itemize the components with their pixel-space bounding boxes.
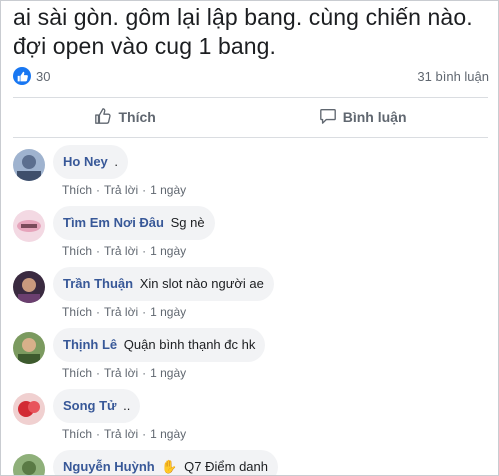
- comment-button-label: Bình luận: [342, 109, 407, 125]
- comment-meta: Thích · Trả lời · 1 ngày: [62, 366, 186, 380]
- raised-hand-emoji: ✋: [161, 459, 178, 474]
- avatar[interactable]: [13, 210, 45, 242]
- comment-reply-link[interactable]: Trả lời: [104, 427, 138, 441]
- divider-bottom: [13, 137, 488, 138]
- comment-like-link[interactable]: Thích: [62, 244, 92, 258]
- comment-meta: Thích · Trả lời · 1 ngày: [62, 183, 186, 197]
- comment-bubble: Song Tử ..: [53, 389, 141, 423]
- comment-meta: Thích · Trả lời · 1 ngày: [62, 244, 186, 258]
- comment-timestamp[interactable]: 1 ngày: [150, 366, 186, 380]
- comment-like-link[interactable]: Thích: [62, 305, 92, 319]
- thumbs-up-icon: [94, 107, 112, 128]
- reactions-row: 30 31 bình luận: [13, 65, 489, 87]
- separator: ·: [142, 305, 147, 319]
- avatar[interactable]: [13, 149, 45, 181]
- comment-timestamp[interactable]: 1 ngày: [150, 244, 186, 258]
- comment-text: Q7 Điểm danh: [184, 459, 268, 474]
- comment-author[interactable]: Song Tử: [63, 398, 116, 413]
- post-text-line-1: ai sài gòn. gôm lại lập bang. cùng chiến…: [13, 4, 473, 30]
- like-button-label: Thích: [118, 109, 156, 125]
- post-card: ai sài gòn. gôm lại lập bang. cùng chiến…: [0, 0, 499, 476]
- comment-bubble: Trần Thuận Xin slot nào người ae: [53, 267, 274, 301]
- comment-author[interactable]: Trần Thuận: [63, 276, 133, 291]
- comment-reply-link[interactable]: Trả lời: [104, 183, 138, 197]
- comment-author[interactable]: Nguyễn Huỳnh: [63, 459, 155, 474]
- like-button[interactable]: Thích: [94, 107, 156, 128]
- comment-text: .: [114, 154, 119, 169]
- comment-bubble: Nguyễn Huỳnh ✋ Q7 Điểm danh: [53, 450, 278, 475]
- comment-timestamp[interactable]: 1 ngày: [150, 183, 186, 197]
- reaction-summary[interactable]: 30: [13, 67, 50, 85]
- post-text-line-2: đợi open vào cug 1 bang.: [13, 33, 277, 59]
- comment-reply-link[interactable]: Trả lời: [104, 366, 138, 380]
- comment-bubble: Thịnh Lê Quận bình thạnh đc hk: [53, 328, 266, 362]
- avatar[interactable]: [13, 393, 45, 425]
- comment-like-link[interactable]: Thích: [62, 183, 92, 197]
- comment-like-link[interactable]: Thích: [62, 366, 92, 380]
- comment-reply-link[interactable]: Trả lời: [104, 305, 138, 319]
- comment-timestamp[interactable]: 1 ngày: [150, 427, 186, 441]
- divider-top: [13, 97, 488, 98]
- avatar[interactable]: [13, 332, 45, 364]
- avatar[interactable]: [13, 454, 45, 475]
- separator: ·: [142, 183, 147, 197]
- post-text: ai sài gòn. gôm lại lập bang. cùng chiến…: [13, 3, 493, 61]
- avatar[interactable]: [13, 271, 45, 303]
- separator: ·: [142, 244, 147, 258]
- comment-author[interactable]: Thịnh Lê: [63, 337, 117, 352]
- separator: ·: [142, 366, 147, 380]
- comment-author[interactable]: Ho Ney: [63, 154, 108, 169]
- comment-bubble: Tìm Em Nơi Đâu Sg nè: [53, 206, 215, 240]
- comment-text: Xin slot nào người ae: [139, 276, 264, 291]
- comment-meta: Thích · Trả lời · 1 ngày: [62, 427, 186, 441]
- comment-text: Sg nè: [170, 215, 205, 230]
- comment-reply-link[interactable]: Trả lời: [104, 244, 138, 258]
- like-reaction-icon: [13, 67, 31, 85]
- reaction-count: 30: [36, 68, 51, 84]
- separator: ·: [96, 244, 101, 258]
- comment-timestamp[interactable]: 1 ngày: [150, 305, 186, 319]
- separator: ·: [96, 183, 101, 197]
- comment-text: Quận bình thạnh đc hk: [123, 337, 256, 352]
- comment-text: ..: [123, 398, 131, 413]
- comment-button[interactable]: Bình luận: [319, 107, 407, 128]
- comment-count-link[interactable]: 31 bình luận: [417, 69, 489, 84]
- separator: ·: [96, 366, 101, 380]
- action-bar: Thích Bình luận: [13, 99, 488, 135]
- separator: ·: [96, 305, 101, 319]
- comment-like-link[interactable]: Thích: [62, 427, 92, 441]
- comment-bubble: Ho Ney .: [53, 145, 129, 179]
- comment-author[interactable]: Tìm Em Nơi Đâu: [63, 215, 164, 230]
- comment-bubble-icon: [319, 107, 337, 128]
- separator: ·: [96, 427, 101, 441]
- comment-meta: Thích · Trả lời · 1 ngày: [62, 305, 186, 319]
- separator: ·: [142, 427, 147, 441]
